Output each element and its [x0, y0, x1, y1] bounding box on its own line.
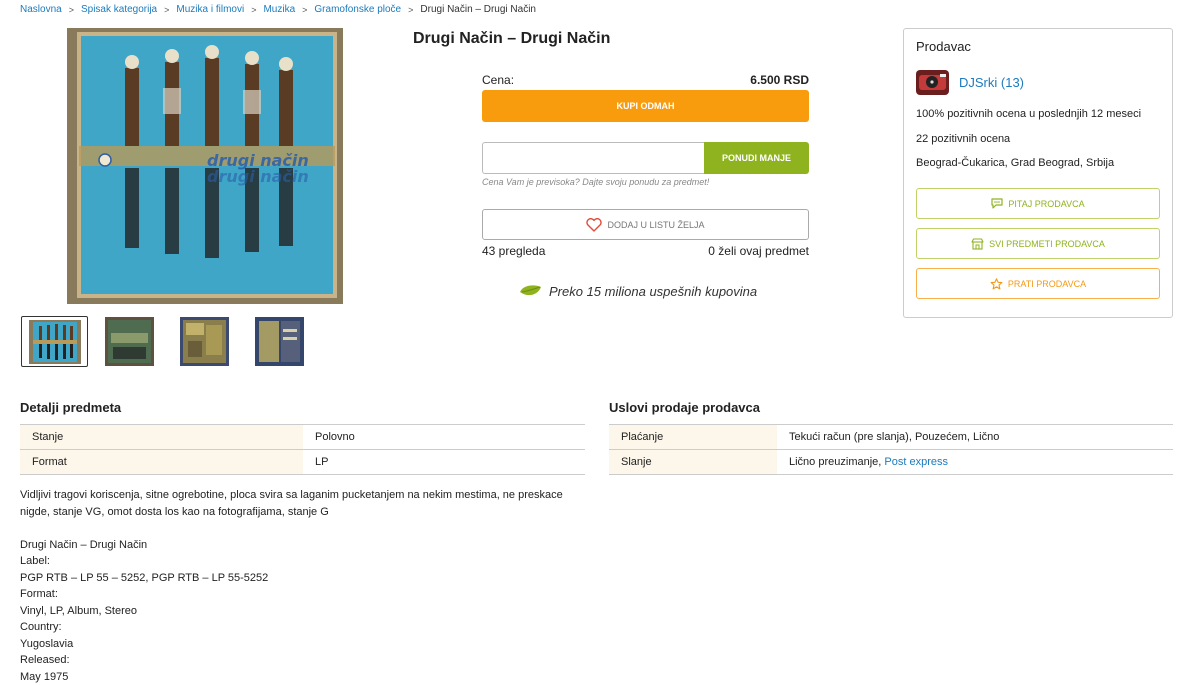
shipping-text: Lično preuzimanje, [789, 456, 885, 468]
avatar[interactable] [916, 70, 949, 95]
terms-table: Plaćanje Tekući račun (pre slanja), Pouz… [609, 424, 1173, 475]
heart-icon [586, 217, 603, 232]
wishlist-label: DODAJ U LISTU ŽELJA [607, 219, 705, 230]
details-key-condition: Stanje [20, 424, 303, 450]
item-description: Vidljivi tragovi koriscenja, sitne ogreb… [20, 487, 585, 685]
star-icon [990, 277, 1003, 289]
chat-icon [991, 198, 1004, 209]
description-line: Format: [20, 588, 58, 600]
table-row: Plaćanje Tekući račun (pre slanja), Pouz… [609, 424, 1173, 450]
seller-panel: Prodavac DJSrki (13) 100% pozitivnih oce… [903, 28, 1173, 318]
follow-seller-label: PRATI PRODAVCA [1007, 278, 1087, 289]
thumbnail-3[interactable] [171, 316, 238, 367]
breadcrumb-link-music[interactable]: Muzika [263, 4, 295, 15]
price-value: 6.500 RSD [750, 73, 809, 87]
description-line: Label: [20, 555, 50, 567]
description-line: Drugi Način – Drugi Način [20, 538, 148, 551]
thumbnail-strip [21, 316, 321, 367]
thumbnail-1[interactable] [21, 316, 88, 367]
thumbnail-2[interactable] [96, 316, 163, 367]
breadcrumb-separator: > [302, 4, 308, 15]
breadcrumb-link-records[interactable]: Gramofonske ploče [314, 4, 401, 15]
terms-value-shipping: Lično preuzimanje, Post express [777, 449, 1173, 475]
offer-hint: Cena Vam je previsoka? Dajte svoju ponud… [482, 177, 710, 187]
buy-now-button[interactable]: KUPI ODMAH [482, 90, 809, 122]
details-value-format: LP [303, 449, 585, 475]
details-table: Stanje Polovno Format LP [20, 424, 585, 475]
product-title: Drugi Način – Drugi Način [413, 30, 611, 47]
ask-seller-label: PITAJ PRODAVCA [1008, 198, 1085, 209]
leaf-icon [520, 285, 541, 296]
seller-heading: Prodavac [916, 39, 971, 54]
breadcrumb-current: Drugi Način – Drugi Način [420, 4, 536, 15]
svg-text:drugi način: drugi način [207, 167, 309, 186]
store-icon [971, 237, 984, 250]
wants-count: 0 želi ovaj predmet [708, 244, 809, 258]
terms-value-payment: Tekući račun (pre slanja), Pouzećem, Lič… [777, 424, 1173, 450]
promo-banner: Preko 15 miliona uspešnih kupovina [518, 283, 757, 299]
details-key-format: Format [20, 449, 303, 475]
post-express-link[interactable]: Post express [884, 456, 948, 468]
seller-name-link[interactable]: DJSrki (13) [959, 75, 1024, 90]
terms-key-payment: Plaćanje [609, 424, 777, 450]
seller-rating: 100% pozitivnih ocena u poslednjih 12 me… [916, 108, 1142, 120]
seller-positive-count: 22 pozitivnih ocena [916, 133, 1011, 145]
description-line: Vinyl, LP, Album, Stereo [20, 604, 137, 617]
breadcrumb-separator: > [251, 4, 257, 15]
breadcrumb-link-categories[interactable]: Spisak kategorija [81, 4, 157, 15]
description-line: Yugoslavia [20, 637, 74, 650]
breadcrumb-link-music-movies[interactable]: Muzika i filmovi [176, 4, 244, 15]
seller-location: Beograd-Čukarica, Grad Beograd, Srbija [916, 157, 1115, 169]
breadcrumb: Naslovna > Spisak kategorija > Muzika i … [20, 4, 536, 15]
ask-seller-button[interactable]: PITAJ PRODAVCA [916, 188, 1160, 219]
thumbnail-4[interactable] [246, 316, 313, 367]
product-main-image[interactable]: drugi način drugi način [67, 28, 343, 304]
table-row: Stanje Polovno [20, 424, 585, 450]
price-label: Cena: [482, 73, 515, 87]
offer-input[interactable] [482, 142, 704, 174]
description-line: Released: [20, 654, 70, 666]
table-row: Format LP [20, 449, 585, 475]
table-row: Slanje Lično preuzimanje, Post express [609, 449, 1173, 475]
description-line: PGP RTB – LP 55 – 5252, PGP RTB – LP 55-… [20, 571, 269, 584]
terms-heading: Uslovi prodaje prodavca [609, 400, 760, 415]
breadcrumb-separator: > [68, 4, 74, 15]
description-line: Country: [20, 621, 62, 633]
follow-seller-button[interactable]: PRATI PRODAVCA [916, 268, 1160, 299]
details-heading: Detalji predmeta [20, 400, 122, 415]
offer-button[interactable]: PONUDI MANJE [704, 142, 809, 174]
details-value-condition: Polovno [303, 424, 585, 450]
price-row: Cena: 6.500 RSD [482, 73, 809, 87]
breadcrumb-separator: > [164, 4, 170, 15]
all-seller-items-label: SVI PREDMETI PRODAVCA [989, 238, 1105, 249]
views-count: 43 pregleda [482, 244, 546, 258]
terms-key-shipping: Slanje [609, 449, 777, 475]
all-seller-items-button[interactable]: SVI PREDMETI PRODAVCA [916, 228, 1160, 259]
promo-text: Preko 15 miliona uspešnih kupovina [549, 283, 758, 299]
seller-name-row: DJSrki (13) [916, 70, 1024, 95]
breadcrumb-separator: > [408, 4, 414, 15]
add-to-wishlist-button[interactable]: DODAJ U LISTU ŽELJA [482, 209, 809, 240]
description-paragraph: Vidljivi tragovi koriscenja, sitne ogreb… [20, 489, 563, 518]
stats-row: 43 pregleda 0 želi ovaj predmet [482, 244, 809, 258]
breadcrumb-link-home[interactable]: Naslovna [20, 4, 62, 15]
description-line: May 1975 [20, 670, 69, 683]
